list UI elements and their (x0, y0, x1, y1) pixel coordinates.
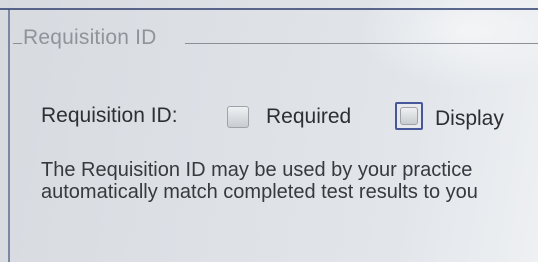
description-line-1: The Requisition ID may be used by your p… (41, 159, 473, 181)
groupbox-border-left (13, 43, 22, 44)
display-checkbox-box (400, 107, 418, 125)
display-checkbox[interactable] (395, 102, 423, 130)
groupbox-legend: Requisition ID (23, 26, 157, 49)
requisition-description: The Requisition ID may be used by your p… (41, 159, 478, 203)
description-line-2: automatically match completed test resul… (41, 181, 478, 203)
groupbox-border-right (185, 43, 538, 44)
requisition-settings-screen: Requisition ID Requisition ID: Required … (0, 0, 538, 262)
required-checkbox[interactable] (227, 106, 249, 128)
screen-glare (358, 0, 538, 90)
window-left-border (8, 9, 10, 262)
display-checkbox-label[interactable]: Display (435, 107, 504, 131)
required-checkbox-label[interactable]: Required (266, 105, 351, 129)
window-top-border (0, 8, 538, 10)
requisition-id-label: Requisition ID: (41, 104, 178, 127)
